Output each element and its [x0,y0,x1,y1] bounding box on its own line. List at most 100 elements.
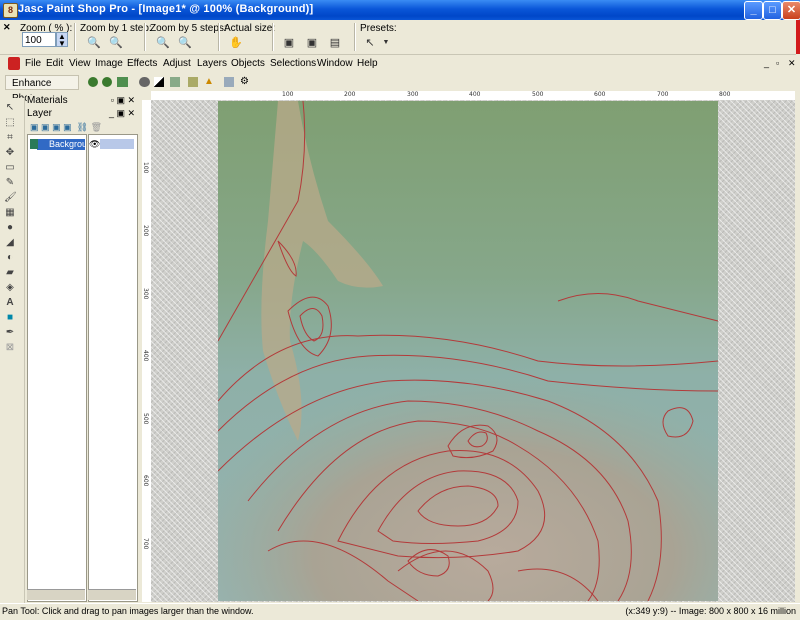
menu-objects[interactable]: Objects [231,58,265,69]
image-canvas[interactable] [218,101,718,601]
dodge-tool-icon[interactable]: ● [4,222,16,233]
palette-controls-icon[interactable]: ▫ ▣ ✕ [111,95,135,106]
clone-tool-icon[interactable]: ▦ [4,207,16,218]
ruler-tick: 700 [657,91,669,98]
maximize-icon: □ [769,4,776,16]
menu-bar: File Edit View Image Effects Adjust Laye… [0,56,796,73]
histogram-icon[interactable] [188,77,198,87]
pointer-tool-icon[interactable]: ↖ [4,102,16,113]
mdi-close-icon[interactable]: ✕ [788,58,796,69]
layer-toolbar: ▣ ▣ ▣ ▣ ⛓ 🗑 [30,122,138,133]
visibility-icon[interactable]: 👁 [89,139,100,150]
zoom-in-5-icon[interactable]: 🔍 [177,36,193,50]
separator [74,23,76,51]
selection-tool-icon[interactable]: ⬚ [4,117,16,128]
maximize-button[interactable]: □ [763,1,782,20]
menu-view[interactable]: View [69,58,91,69]
text-tool-icon[interactable]: A [4,297,16,308]
separator [144,23,146,51]
eraser-tool-icon[interactable]: ▰ [4,267,16,278]
actual-size-label: Actual size: [224,23,276,34]
menu-image[interactable]: Image [95,58,123,69]
menu-selections[interactable]: Selections [270,58,316,69]
ruler-tick: 700 [142,538,149,550]
clarify-icon[interactable] [170,77,180,87]
minimize-button[interactable]: _ [744,1,763,20]
dropper-tool-icon[interactable]: ✎ [4,177,16,188]
separator [272,23,274,51]
layer-hscroll[interactable] [27,589,85,600]
warp-tool-icon[interactable]: ⊠ [4,342,16,353]
desktop-edge [796,20,800,54]
settings-icon[interactable]: ⚙ [240,76,249,87]
lens-icon[interactable] [224,77,234,87]
sharpen-icon[interactable]: ▲ [204,76,214,87]
zoom-toolbar: ✕ Zoom ( % ): Zoom by 1 step: 🔍 🔍 Zoom b… [0,20,796,55]
zoom-out-icon[interactable]: 🔍 [86,36,102,50]
new-raster-layer-icon[interactable]: ▣ [30,122,39,132]
move-tool-icon[interactable]: ✥ [4,147,16,158]
toolbar-close-icon[interactable]: ✕ [3,22,11,33]
menu-help[interactable]: Help [357,58,378,69]
menu-effects[interactable]: Effects [127,58,157,69]
ruler-tick: 500 [532,91,544,98]
pointer-icon[interactable]: ↖ [362,36,378,50]
ruler-tick: 100 [142,162,149,174]
menu-edit[interactable]: Edit [46,58,63,69]
materials-title: Materials [27,95,68,106]
one-step-fix-icon[interactable] [88,77,98,87]
crop-tool-icon[interactable]: ⌗ [4,132,16,143]
color-balance-icon[interactable] [102,77,112,87]
palette-controls-icon[interactable]: _ ▣ ✕ [109,108,135,119]
menu-file[interactable]: File [25,58,41,69]
contrast-icon[interactable] [154,77,164,87]
fit-window-icon[interactable]: ▣ [281,36,297,50]
actual-size-icon[interactable]: ✋ [228,36,244,50]
zoom-spinner[interactable]: ▲ ▼ [56,32,68,48]
layer-name: Background [49,139,85,149]
fill-tool-icon[interactable]: ◐ [4,252,16,263]
red-eye-icon[interactable] [139,77,150,87]
preset-shape-icon[interactable]: ■ [4,312,16,323]
minimize-icon: _ [750,4,757,16]
zoom-out-5-icon[interactable]: 🔍 [155,36,171,50]
presets-dropdown-icon[interactable]: ▼ [378,36,394,50]
paint-brush-tool-icon[interactable]: 🖌 [4,192,17,203]
layer-link-icon[interactable]: ⛓ [77,122,88,132]
new-vector-layer-icon[interactable]: ▣ [41,122,50,132]
enhance-photo-button[interactable]: Enhance Photo ▾ [5,75,79,104]
delete-layer-icon[interactable]: 🗑 [91,122,102,132]
shape-tool-icon[interactable]: ▭ [4,162,16,173]
photo-icon[interactable] [117,77,128,87]
ruler-tick: 400 [469,91,481,98]
ruler-tick: 400 [142,350,149,362]
props-hscroll[interactable] [88,589,136,600]
mdi-minimize-icon[interactable]: _ [764,58,769,68]
ruler-tick: 200 [142,225,149,237]
mdi-restore-icon[interactable]: ▫ [776,58,779,68]
picture-tube-tool-icon[interactable]: ◈ [4,282,16,293]
layer-properties-column [88,134,138,602]
duplicate-layer-icon[interactable]: ▣ [52,122,61,132]
smudge-tool-icon[interactable]: ◢ [4,237,16,248]
menu-adjust[interactable]: Adjust [163,58,191,69]
layer-palette-title: Layer _ ▣ ✕ [27,108,139,119]
zoom-in-icon[interactable]: 🔍 [108,36,124,50]
canvas-vscroll[interactable] [795,91,800,603]
menu-window[interactable]: Window [317,58,353,69]
pen-tool-icon[interactable]: ✒ [4,327,16,338]
ruler-tick: 600 [594,91,606,98]
document-icon[interactable] [8,57,20,70]
materials-palette-title: Materials ▫ ▣ ✕ [27,95,139,106]
mask-icon[interactable]: ▣ [63,122,72,132]
ruler-tick: 300 [407,91,419,98]
close-button[interactable]: ✕ [782,1,800,20]
fit-image-icon[interactable]: ▣ [304,36,320,50]
zoom-input[interactable]: 100 [22,32,56,47]
layer-background[interactable]: Background [37,139,85,150]
menu-layers[interactable]: Layers [197,58,227,69]
status-message: Pan Tool: Click and drag to pan images l… [2,606,254,616]
opacity-slider[interactable] [100,139,134,149]
app-icon[interactable]: 8 [3,3,18,18]
full-screen-icon[interactable]: ▤ [327,36,343,50]
